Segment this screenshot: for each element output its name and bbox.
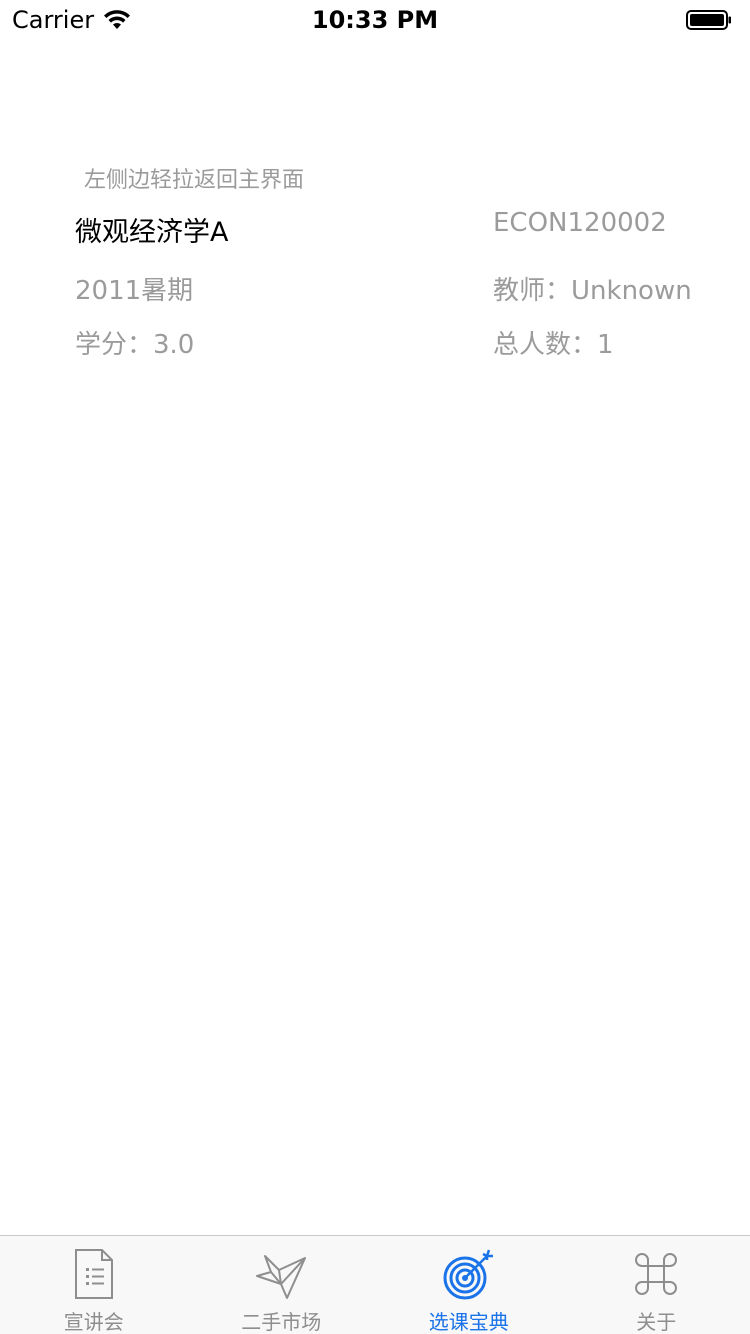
- command-icon: [635, 1253, 678, 1295]
- tab-label: 选课宝典: [428, 1310, 509, 1334]
- course-semester: 2011暑期: [75, 276, 194, 306]
- course-total-students: 总人数：1: [493, 330, 614, 360]
- course-credit: 学分：3.0: [75, 330, 195, 360]
- course-code: ECON120002: [493, 208, 667, 238]
- app-screen: Carrier 10:33 PM 左侧边轻拉返回主界面 微观经济学A ECON1…: [0, 0, 750, 1334]
- document-icon: [74, 1249, 113, 1299]
- tab-label: 关于: [636, 1310, 677, 1334]
- tab-market[interactable]: 二手市场: [188, 1236, 376, 1334]
- tab-course-guide[interactable]: 选课宝典: [375, 1236, 563, 1334]
- tab-about[interactable]: 关于: [563, 1236, 750, 1334]
- tab-talks[interactable]: 宣讲会: [0, 1236, 188, 1334]
- status-time: 10:33 PM: [311, 6, 439, 34]
- tab-label: 宣讲会: [63, 1310, 124, 1334]
- swipe-back-hint: 左侧边轻拉返回主界面: [84, 168, 305, 193]
- target-icon: [443, 1249, 493, 1300]
- tab-bar: 宣讲会 二手市场 选课宝典 关于: [0, 1235, 750, 1334]
- tab-label: 二手市场: [241, 1310, 322, 1334]
- course-teacher: 教师：Unknown: [493, 276, 692, 306]
- origami-bird-icon: [256, 1255, 307, 1299]
- battery-icon: [686, 10, 731, 30]
- status-bar: Carrier 10:33 PM: [0, 0, 750, 40]
- course-name: 微观经济学A: [75, 217, 229, 248]
